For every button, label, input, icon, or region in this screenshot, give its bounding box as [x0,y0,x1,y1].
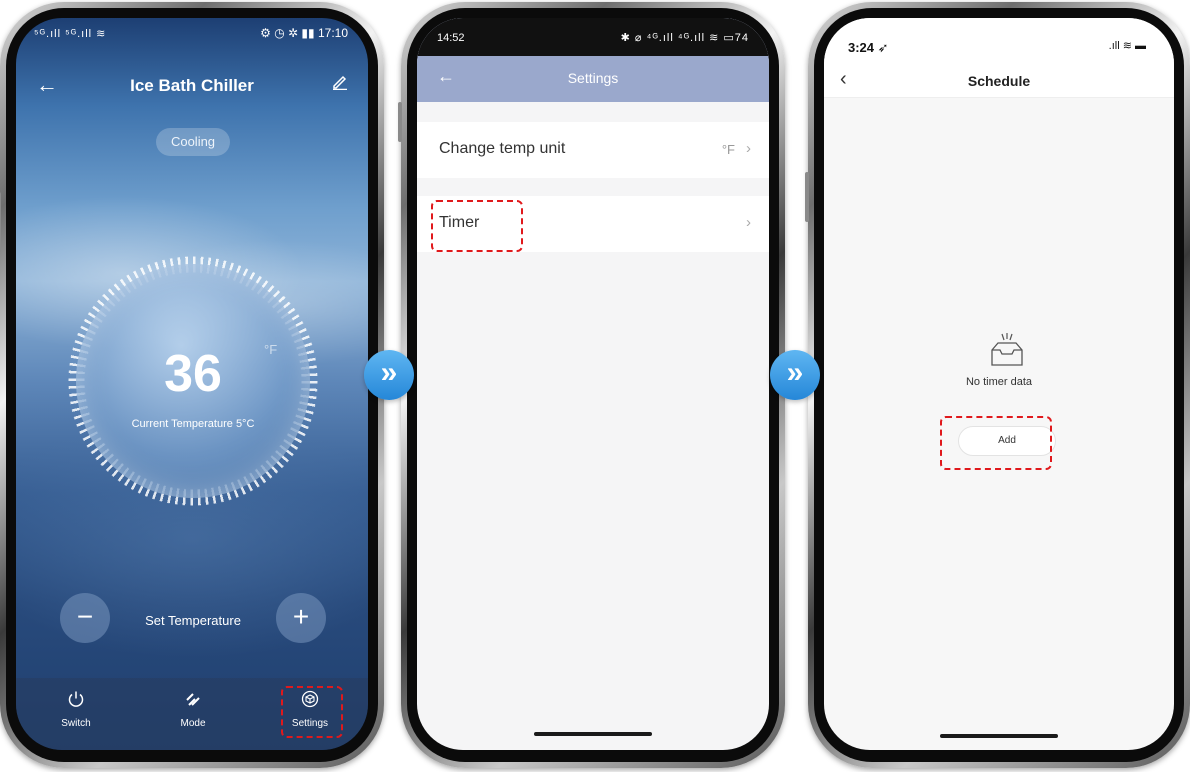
mode-icon [153,690,233,714]
volume-button [805,172,809,222]
volume-button [398,102,402,142]
mode-status-badge: Cooling [156,128,230,156]
tab-label: Mode [180,718,206,729]
settings-screen: 14:52 ✱ ⌀ ⁴ᴳ.ıll ⁴ᴳ.ıll ≋ ▭74 ← Settings… [417,18,769,750]
status-right: ⚙ ◷ ✲ ▮▮ 17:10 [260,26,348,40]
status-time: 3:24 ➶ [848,40,889,55]
highlight-add-button [940,416,1052,470]
settings-row-value: °F [721,142,735,157]
increase-temperature-button[interactable]: + [276,593,326,643]
settings-row-label: Change temp unit [439,140,566,157]
status-bar: ⁵ᴳ.ıll ⁵ᴳ.ıll ≋ ⚙ ◷ ✲ ▮▮ 17:10 [16,18,368,52]
next-step-arrow-icon: » [770,350,820,400]
tab-label: Switch [61,718,91,729]
schedule-screen: 3:24 ➶ .ıll ≋ ▬ ‹ Schedule No timer data… [824,18,1174,750]
current-temperature: Current Temperature 5°C [131,418,255,430]
chevron-right-icon: › [746,214,751,231]
phone-frame-settings: 14:52 ✱ ⌀ ⁴ᴳ.ıll ⁴ᴳ.ıll ≋ ▭74 ← Settings… [398,2,785,768]
power-icon [36,690,116,714]
phone-frame-schedule: 3:24 ➶ .ıll ≋ ▬ ‹ Schedule No timer data… [805,2,1190,768]
chevron-right-icon: › [746,140,751,157]
home-indicator [534,732,652,736]
home-indicator [940,734,1058,738]
next-step-arrow-icon: » [364,350,414,400]
highlight-timer-row [431,200,523,252]
page-title: Settings [567,70,619,86]
status-icons: ✱ ⌀ ⁴ᴳ.ıll ⁴ᴳ.ıll ≋ ▭74 [620,32,749,44]
page-title: Schedule [967,73,1031,89]
empty-inbox-icon [984,332,1028,368]
page-title: Ice Bath Chiller [130,76,254,95]
decrease-temperature-button[interactable]: − [60,593,110,643]
settings-row-temp-unit[interactable]: Change temp unit °F › [417,122,769,178]
status-time: 14:52 [437,32,465,44]
phone-frame-chiller: ⁵ᴳ.ıll ⁵ᴳ.ıll ≋ ⚙ ◷ ✲ ▮▮ 17:10 ← Ice Bat… [0,2,384,768]
edit-pencil-icon[interactable] [332,74,348,95]
highlight-settings-tab [281,686,343,738]
chiller-screen: ⁵ᴳ.ıll ⁵ᴳ.ıll ≋ ⚙ ◷ ✲ ▮▮ 17:10 ← Ice Bat… [16,18,368,750]
status-icons: .ıll ≋ ▬ [1108,40,1146,52]
set-temperature-label: Set Temperature [145,613,241,628]
tab-switch[interactable]: Switch [36,690,116,729]
volume-button [0,192,1,252]
tab-mode[interactable]: Mode [153,690,233,729]
app-header: ← Ice Bath Chiller [16,66,368,106]
temperature-unit: °F [264,342,278,357]
status-bar: 14:52 ✱ ⌀ ⁴ᴳ.ıll ⁴ᴳ.ıll ≋ ▭74 [417,18,769,56]
signal-indicators: ⁵ᴳ.ıll ⁵ᴳ.ıll ≋ [34,28,107,40]
empty-state-text: No timer data [965,376,1033,388]
